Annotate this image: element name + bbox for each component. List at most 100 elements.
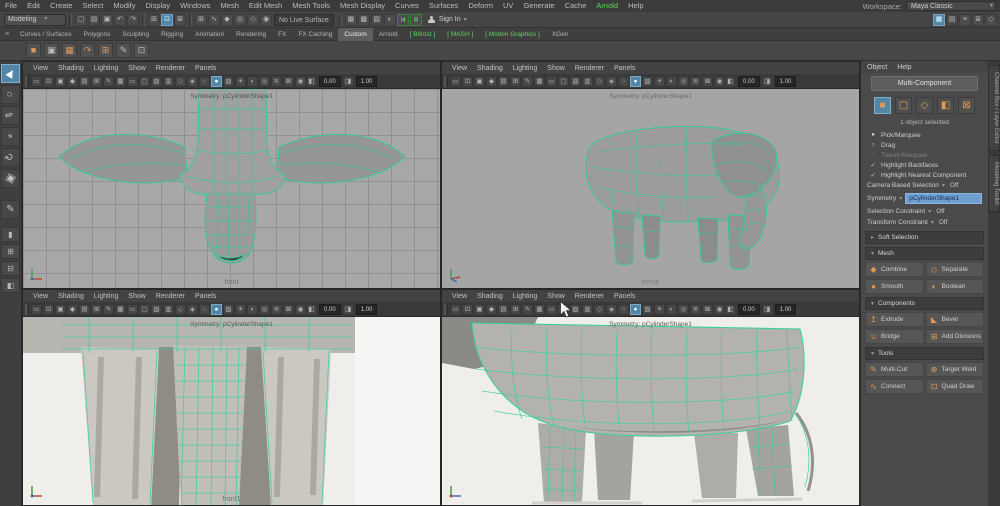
use-all-lights-icon[interactable]: ☀ [654,304,665,315]
boolean-button[interactable]: ◐ Boolean [926,279,985,294]
toolkit-checkbox[interactable]: ✓ Highlight Nearest Component [861,170,988,180]
shelf-tab[interactable]: Sculpting [116,28,155,41]
extrude-shelf-icon[interactable]: ⊡ [134,43,149,58]
menu-item[interactable]: File [0,0,22,12]
grease-pencil-icon[interactable]: ✎ [103,76,114,87]
toolkit-checkbox[interactable]: ✓ Highlight Backfaces [861,160,988,170]
lock-camera-icon[interactable]: ⊡ [43,76,54,87]
mesh-section-header[interactable]: ▾ Mesh [865,247,984,260]
lock-camera-icon[interactable]: ⊡ [462,76,473,87]
menu-item[interactable]: Display [141,0,176,12]
render-settings-icon[interactable]: ▨ [371,14,383,26]
safe-title-icon[interactable]: ◈ [187,304,198,315]
uv-mode-icon[interactable]: ⊠ [958,97,975,114]
select-tool[interactable]: ▶ [1,64,20,83]
viewport-menu-item[interactable]: Shading [473,293,507,300]
new-scene-icon[interactable]: ▢ [75,14,87,26]
viewport-menu-item[interactable]: Lighting [509,65,542,72]
toolkit-menu-item[interactable]: Object [867,64,887,71]
shelf-tab[interactable]: FX [272,28,292,41]
select-hierarchy-icon[interactable]: ⊞ [148,14,160,26]
rotate-tool[interactable]: ↻ [1,148,20,167]
field-chart-icon[interactable]: ▥ [163,304,174,315]
lasso-select-tool[interactable]: ○ [1,85,20,104]
bookmark-icon[interactable]: ◆ [486,76,497,87]
duplicate-shelf-icon[interactable]: ▦ [62,43,77,58]
grease-pencil-icon[interactable]: ✎ [522,76,533,87]
viewport-menu-item[interactable]: View [448,65,471,72]
menu-item[interactable]: Windows [175,0,215,12]
shadows-icon[interactable]: ◐ [666,76,677,87]
ambient-occlusion-icon[interactable]: ◎ [678,304,689,315]
wireframe-icon[interactable]: ○ [618,76,629,87]
menu-item[interactable]: Mesh [216,0,244,12]
menu-item[interactable]: Generate [518,0,559,12]
shelf-tab[interactable]: Curves / Surfaces [14,28,78,41]
two-pane-layout[interactable]: ⊟ [1,261,20,276]
field-chart-icon[interactable]: ▥ [582,76,593,87]
vertex-mode-icon[interactable]: ▢ [895,97,912,114]
resolution-gate-icon[interactable]: ▢ [558,76,569,87]
shelf-menu-icon[interactable]: ≡ [0,31,14,38]
grease-pencil-icon[interactable]: ✎ [522,304,533,315]
paint-select-tool[interactable]: ✎ [1,106,20,125]
viewport-menu-item[interactable]: Show [543,65,569,72]
multi-component-button[interactable]: Multi-Component [871,76,978,91]
shadows-icon[interactable]: ◐ [666,304,677,315]
resolution-gate-icon[interactable]: ▢ [139,304,150,315]
menu-item[interactable]: Arnold [591,0,623,12]
xray-icon[interactable]: ⊠ [283,76,294,87]
select-camera-icon[interactable]: ▭ [450,304,461,315]
transform-constraint-dropdown[interactable]: Transform Constraint ▾ Off [861,217,988,228]
xray-icon[interactable]: ⊠ [702,304,713,315]
gamma-value[interactable]: 1.00 [775,304,797,315]
marquee-radio[interactable]: ○ Drag [861,140,988,150]
modeling-toolkit-toggle-icon[interactable]: ◇ [985,14,997,26]
viewport-menu-item[interactable]: Panels [610,65,639,72]
select-camera-icon[interactable]: ▭ [31,76,42,87]
shelf-tab[interactable]: [ Motion Graphics ] [479,28,546,41]
render-view-icon[interactable]: ▦ [345,14,357,26]
motion-blur-icon[interactable]: ≋ [271,76,282,87]
image-plane-icon[interactable]: ▤ [79,76,90,87]
viewport-menu-item[interactable]: Renderer [571,293,608,300]
channel-box-toggle-icon[interactable]: ≡ [959,14,971,26]
shaded-icon[interactable]: ● [630,304,641,315]
wireframe-icon[interactable]: ○ [199,76,210,87]
ipr-render-icon[interactable]: ▩ [358,14,370,26]
sign-in-button[interactable]: Sign In ▾ [428,16,467,24]
viewport-menu-item[interactable]: Panels [610,293,639,300]
gamma-icon[interactable]: ◨ [343,76,354,87]
tools-section-header[interactable]: ▾ Tools [865,347,984,360]
menu-item[interactable]: Mesh Display [335,0,390,12]
snap-to-view-plane-icon[interactable]: ◇ [247,14,259,26]
extrude-button[interactable]: ↥ Extrude [865,312,924,327]
textured-icon[interactable]: ▨ [642,76,653,87]
multi-cut-button[interactable]: ✎ Multi-Cut [865,362,924,377]
motion-blur-icon[interactable]: ≋ [690,76,701,87]
field-chart-icon[interactable]: ▥ [163,76,174,87]
gamma-icon[interactable]: ◨ [762,76,773,87]
exposure-value[interactable]: 0.00 [319,304,341,315]
front1-view-canvas[interactable]: Symmetry: pCylinderShape1 front1 [23,317,440,505]
viewport-menu-item[interactable]: Renderer [152,293,189,300]
snap-to-projected-center-icon[interactable]: ◎ [234,14,246,26]
outliner-persp-layout[interactable]: ◧ [1,278,20,293]
shelf-tab[interactable]: Polygons [78,28,117,41]
selection-constraint-dropdown[interactable]: Selection Constraint ▾ Off [861,206,988,217]
use-all-lights-icon[interactable]: ☀ [654,76,665,87]
viewport-menu-item[interactable]: Lighting [90,65,123,72]
shaded-icon[interactable]: ● [630,76,641,87]
move-tool[interactable]: + [1,127,20,146]
viewport-menu-item[interactable]: Shading [473,65,507,72]
toolkit-menu-item[interactable]: Help [897,64,911,71]
isolate-select-icon[interactable]: ◉ [714,76,725,87]
gamma-value[interactable]: 1.00 [775,76,797,87]
shelf-tab[interactable]: XGen [546,28,575,41]
motion-blur-icon[interactable]: ≋ [690,304,701,315]
image-plane-icon[interactable]: ▤ [79,304,90,315]
ambient-occlusion-icon[interactable]: ◎ [259,304,270,315]
viewport-menu-item[interactable]: Panels [191,65,220,72]
motion-blur-icon[interactable]: ≋ [271,304,282,315]
camera-based-selection-dropdown[interactable]: Camera Based Selection ▾ Off [861,180,988,191]
